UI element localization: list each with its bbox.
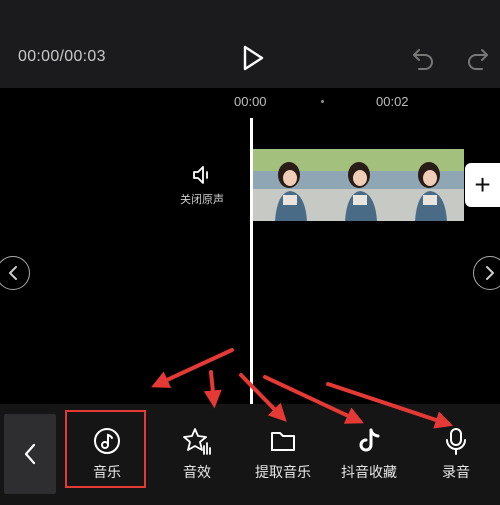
add-clip-button[interactable]: +	[465, 163, 500, 207]
folder-icon	[271, 432, 295, 451]
selected-highlight-box	[65, 410, 146, 488]
time-ruler[interactable]: 00:00 00:02	[0, 88, 500, 116]
tool-extract-music-label: 提取音乐	[255, 464, 311, 480]
tool-record[interactable]: 录音	[416, 404, 496, 505]
video-clip[interactable]	[253, 149, 464, 221]
ruler-label-start: 00:00	[234, 94, 267, 109]
tool-douyin-favorites-label: 抖音收藏	[341, 464, 397, 480]
mute-original-button[interactable]: 关闭原声	[170, 163, 234, 207]
clip-thumbnail	[323, 149, 393, 221]
redo-icon[interactable]	[465, 45, 491, 71]
playhead[interactable]	[250, 118, 253, 404]
microphone-icon	[446, 428, 466, 455]
clip-thumbnail	[393, 149, 464, 221]
undo-icon[interactable]	[410, 45, 436, 71]
scroll-left-button[interactable]	[0, 256, 30, 290]
player-bar: 00:00/00:03	[0, 0, 500, 88]
tool-record-label: 录音	[442, 464, 470, 480]
scroll-right-button[interactable]	[473, 256, 500, 290]
ruler-tick	[321, 100, 324, 103]
clip-thumbnail	[253, 149, 323, 221]
tool-sound-effect[interactable]: 音效	[157, 404, 237, 505]
tool-extract-music[interactable]: 提取音乐	[243, 404, 323, 505]
ruler-label-end: 00:02	[376, 94, 409, 109]
chevron-left-icon	[9, 266, 17, 280]
speaker-icon	[193, 166, 208, 184]
annotation-arrow	[151, 348, 234, 388]
mute-original-label: 关闭原声	[180, 194, 224, 206]
play-icon[interactable]	[240, 44, 266, 72]
sound-effect-icon	[183, 428, 211, 455]
tool-douyin-favorites[interactable]: 抖音收藏	[329, 404, 409, 505]
chevron-right-icon	[486, 266, 494, 280]
chevron-left-icon	[24, 443, 36, 465]
tiktok-icon	[359, 428, 380, 452]
back-button[interactable]	[4, 414, 56, 494]
annotation-arrow	[203, 370, 222, 409]
tool-sound-effect-label: 音效	[183, 464, 211, 480]
timecode: 00:00/00:03	[18, 48, 106, 65]
